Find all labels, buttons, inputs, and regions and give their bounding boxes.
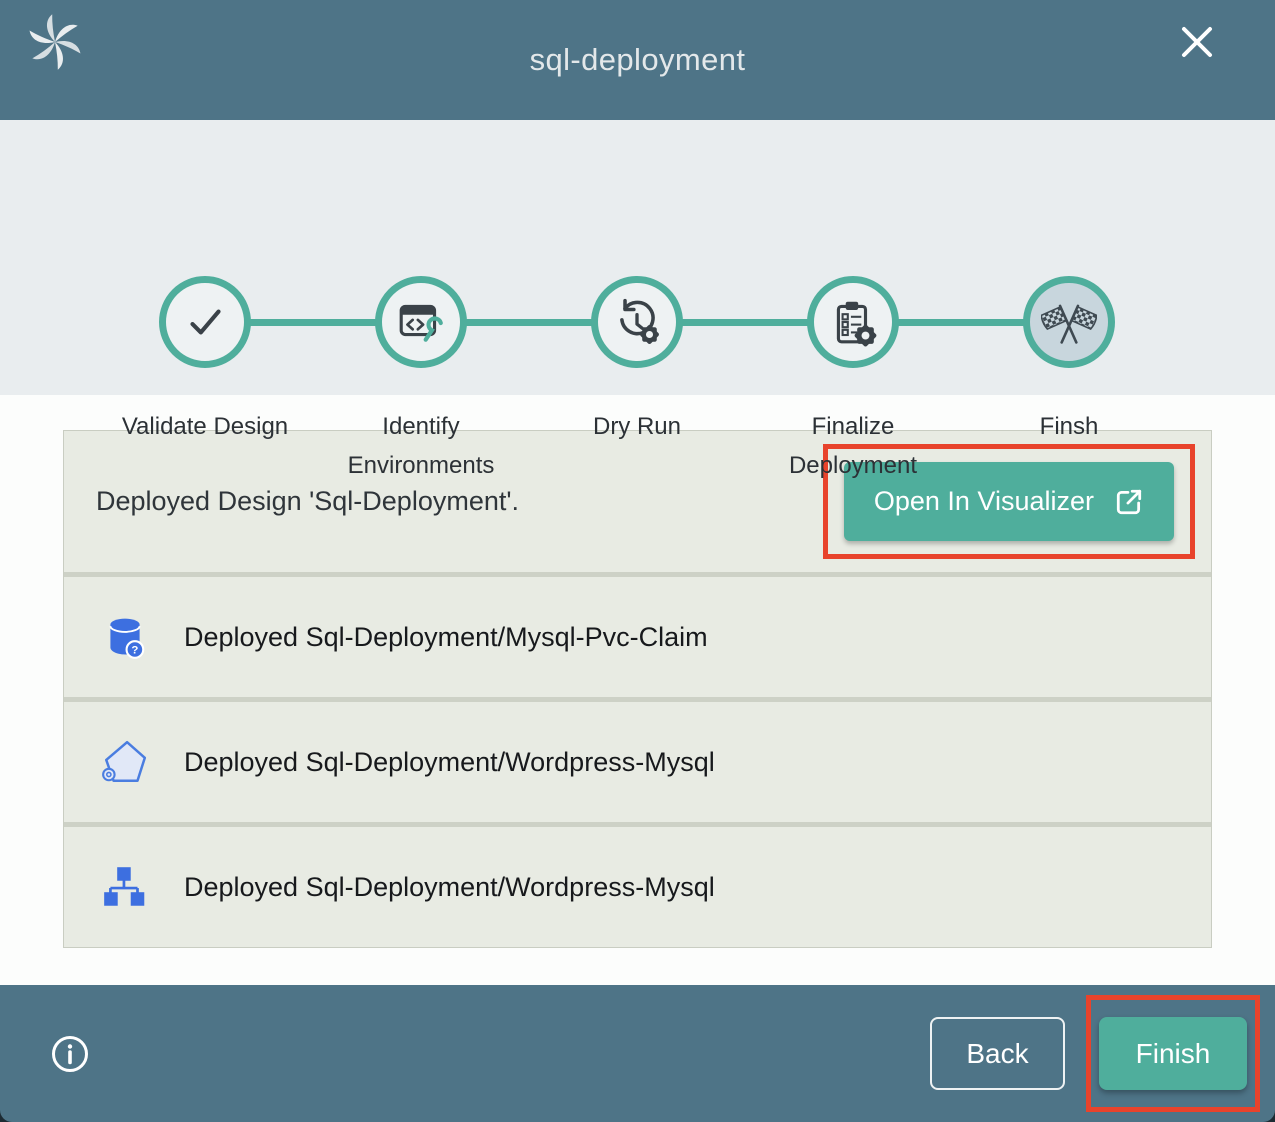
annotation-highlight-finish: Finish [1086,995,1260,1112]
close-icon [1177,22,1217,62]
step-label: Validate Design [122,408,288,447]
clipboard-gear-icon [828,297,878,347]
step-label: Identify Environments [332,408,510,486]
close-button[interactable] [1177,22,1217,62]
checkered-flags-icon [1041,294,1097,350]
step-finalize-deployment[interactable]: Finalize Deployment [745,276,961,486]
deployed-item-text: Deployed Sql-Deployment/Mysql-Pvc-Claim [184,622,708,653]
page-title: sql-deployment [530,42,746,78]
deployed-item-row: Deployed Sql-Deployment/Wordpress-Mysql [64,702,1211,822]
step-circle [375,276,467,368]
results-list: Deployed Design 'Sql-Deployment'. Open I… [63,430,1212,948]
pentagon-component-icon [100,737,150,787]
visualizer-button-label: Open In Visualizer [874,486,1094,517]
sitemap-icon [100,862,150,912]
step-dry-run[interactable]: Dry Run [529,276,745,486]
step-circle [807,276,899,368]
deployed-item-text: Deployed Sql-Deployment/Wordpress-Mysql [184,872,715,903]
check-icon [180,297,230,347]
step-label: Finsh [1040,408,1099,447]
svg-text:?: ? [131,645,138,657]
step-circle [591,276,683,368]
step-circle [159,276,251,368]
sql-deployment-modal: sql-deployment [0,0,1275,1122]
external-link-icon [1114,487,1144,517]
back-button[interactable]: Back [930,1017,1065,1090]
deployed-item-text: Deployed Sql-Deployment/Wordpress-Mysql [184,747,715,778]
deployed-item-row: Deployed Sql-Deployment/Wordpress-Mysql [64,827,1211,947]
meshery-spiral-logo [26,13,84,71]
dry-run-restore-gear-icon [612,297,662,347]
modal-header: sql-deployment [0,0,1275,120]
step-circle [1023,276,1115,368]
deployed-item-row: ? Deployed Sql-Deployment/Mysql-Pvc-Clai… [64,577,1211,697]
step-validate-design[interactable]: Validate Design [97,276,313,486]
finish-button[interactable]: Finish [1099,1017,1247,1090]
modal-footer: Back Finish [0,985,1275,1122]
step-identify-environments[interactable]: Identify Environments [313,276,529,486]
summary-text: Deployed Design 'Sql-Deployment'. [96,486,823,517]
database-icon: ? [100,612,150,662]
step-label: Finalize Deployment [764,408,942,486]
deployment-stepper: Validate Design Identify Environment [0,120,1275,395]
step-label: Dry Run [593,408,681,447]
code-wrench-icon [396,297,446,347]
info-icon[interactable] [50,1034,90,1074]
step-finish[interactable]: Finsh [961,276,1177,486]
